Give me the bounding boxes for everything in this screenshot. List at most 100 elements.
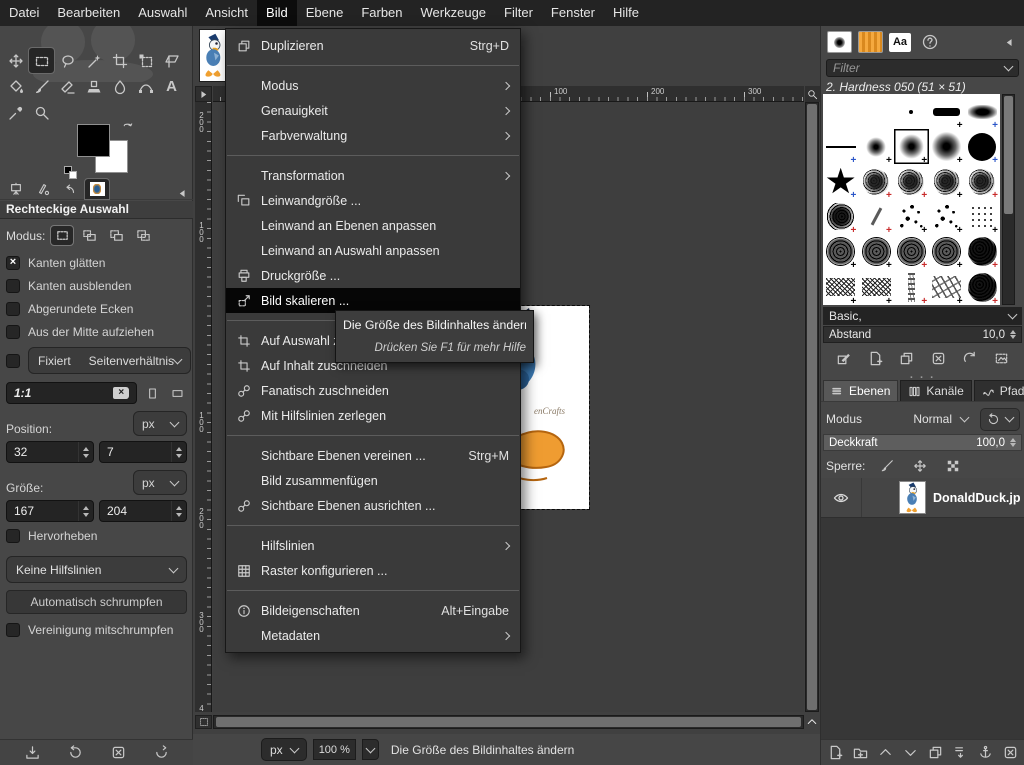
fuzzy-select-tool[interactable] xyxy=(81,48,106,73)
fixed-ratio-dropdown[interactable]: Fixiert Seitenverhältnis xyxy=(28,347,191,374)
zoom-dropdown-button[interactable] xyxy=(362,739,379,760)
reset-tool-options-button[interactable] xyxy=(150,742,172,764)
eraser-tool[interactable] xyxy=(55,74,80,99)
brush-grid-scrollbar[interactable] xyxy=(1002,94,1015,305)
size-width-field[interactable]: 167 xyxy=(6,500,94,522)
size-height-field[interactable]: 204 xyxy=(99,500,187,522)
position-unit-dropdown[interactable]: px xyxy=(133,411,187,436)
brush-item[interactable]: + xyxy=(929,234,964,269)
collapse-dock-icon[interactable] xyxy=(177,188,188,199)
tab-ebenen[interactable]: Ebenen xyxy=(823,380,898,401)
brush-item[interactable] xyxy=(894,94,929,129)
raise-layer-button[interactable] xyxy=(874,742,896,764)
new-layer-group-button[interactable] xyxy=(849,742,871,764)
duplicate-brush-button[interactable] xyxy=(896,347,918,369)
horizontal-scrollbar[interactable] xyxy=(213,715,804,729)
vertical-scrollbar[interactable] xyxy=(805,102,819,712)
brush-item[interactable]: + xyxy=(929,269,964,304)
shrink-merged-checkbox[interactable] xyxy=(6,623,20,637)
crop-tool[interactable] xyxy=(107,48,132,73)
position-x-field[interactable]: 32 xyxy=(6,441,94,463)
delete-layer-button[interactable] xyxy=(999,742,1021,764)
vertical-ruler[interactable]: 2 0 01 0 01 0 02 0 03 0 04 xyxy=(195,102,212,712)
brush-item[interactable]: + xyxy=(823,234,858,269)
tab-pfade[interactable]: Pfade xyxy=(974,380,1024,401)
tab-kanäle[interactable]: Kanäle xyxy=(900,380,971,401)
menu-item[interactable]: Raster konfigurieren ... xyxy=(226,558,520,583)
menu-item[interactable]: Transformation xyxy=(226,163,520,188)
ratio-input[interactable]: 1:1 × xyxy=(6,382,137,404)
menubar-item-filter[interactable]: Filter xyxy=(495,0,542,26)
text-tool[interactable]: A xyxy=(159,74,184,99)
layer-thumbnail[interactable] xyxy=(899,481,926,514)
menu-item[interactable]: Leinwand an Ebenen anpassen xyxy=(226,213,520,238)
spinner[interactable] xyxy=(1010,438,1016,447)
brush-item[interactable]: + xyxy=(823,164,858,199)
swap-colors-icon[interactable] xyxy=(121,120,134,133)
brush-item[interactable]: + xyxy=(823,129,858,164)
anchor-layer-button[interactable] xyxy=(974,742,996,764)
checkbox[interactable] xyxy=(6,302,20,316)
mode-add[interactable] xyxy=(78,226,100,245)
brush-item[interactable]: + xyxy=(965,164,1000,199)
color-picker-tool[interactable] xyxy=(3,100,28,125)
spinner[interactable] xyxy=(78,501,93,521)
spinner[interactable] xyxy=(78,442,93,462)
edit-brush-button[interactable] xyxy=(833,347,855,369)
menubar-item-bild[interactable]: Bild xyxy=(257,0,297,26)
menu-item[interactable]: Sichtbare Ebenen ausrichten ... xyxy=(226,493,520,518)
dock-grip[interactable]: . . . xyxy=(821,373,1024,378)
menu-item[interactable]: DuplizierenStrg+D xyxy=(226,33,520,58)
checkbox[interactable] xyxy=(6,279,20,293)
tab-help[interactable] xyxy=(917,31,942,53)
open-brush-as-image-button[interactable] xyxy=(990,347,1012,369)
layer-row[interactable]: DonaldDuck.jp xyxy=(821,478,1024,518)
refresh-brushes-button[interactable] xyxy=(959,347,981,369)
landscape-icon[interactable] xyxy=(168,385,187,402)
tab-device-status[interactable] xyxy=(4,179,28,199)
mode-intersect[interactable] xyxy=(132,226,154,245)
bucket-fill-tool[interactable] xyxy=(3,74,28,99)
zoom-follow-window-button[interactable] xyxy=(805,86,820,102)
brush-item[interactable]: + xyxy=(929,199,964,234)
zoom-tool[interactable] xyxy=(29,100,54,125)
menubar-item-ansicht[interactable]: Ansicht xyxy=(196,0,257,26)
fixed-checkbox[interactable] xyxy=(6,354,20,368)
duplicate-layer-button[interactable] xyxy=(924,742,946,764)
handle-transform-tool[interactable] xyxy=(159,48,184,73)
tab-pointer[interactable] xyxy=(31,179,55,199)
brush-item[interactable]: + xyxy=(858,269,893,304)
delete-brush-button[interactable] xyxy=(927,347,949,369)
menu-item[interactable]: Sichtbare Ebenen vereinen ...Strg+M xyxy=(226,443,520,468)
menubar-item-werkzeuge[interactable]: Werkzeuge xyxy=(412,0,496,26)
auto-shrink-button[interactable]: Automatisch schrumpfen xyxy=(6,590,187,614)
new-brush-button[interactable] xyxy=(864,347,886,369)
clear-icon[interactable]: × xyxy=(113,387,129,399)
lock-alpha-toggle[interactable] xyxy=(942,455,964,477)
menubar-item-datei[interactable]: Datei xyxy=(0,0,48,26)
checkbox[interactable]: × xyxy=(6,256,20,270)
layer-opacity-slider[interactable]: Deckkraft 100,0 xyxy=(823,434,1022,451)
new-layer-button[interactable] xyxy=(824,742,846,764)
spinner[interactable] xyxy=(1010,330,1016,339)
brush-item[interactable]: + xyxy=(929,129,964,164)
spinner[interactable] xyxy=(171,501,186,521)
tab-tool-options[interactable] xyxy=(85,179,109,199)
restore-tool-preset-button[interactable] xyxy=(64,742,86,764)
rectangle-select-tool[interactable] xyxy=(29,48,54,73)
quick-mask-toggle[interactable] xyxy=(195,715,212,729)
layer-visibility-eye-icon[interactable] xyxy=(821,490,861,506)
menubar-item-auswahl[interactable]: Auswahl xyxy=(129,0,196,26)
highlight-checkbox[interactable] xyxy=(6,529,20,543)
merge-layer-button[interactable] xyxy=(949,742,971,764)
menu-item[interactable]: Fanatisch zuschneiden xyxy=(226,378,520,403)
brush-item[interactable]: + xyxy=(894,164,929,199)
menu-item[interactable]: Metadaten xyxy=(226,623,520,648)
tab-fonts[interactable]: Aa xyxy=(889,33,911,52)
menu-item[interactable]: Farbverwaltung xyxy=(226,123,520,148)
brush-item[interactable]: + xyxy=(965,269,1000,304)
menubar-item-bearbeiten[interactable]: Bearbeiten xyxy=(48,0,129,26)
paths-tool[interactable] xyxy=(133,74,158,99)
menu-item[interactable]: Genauigkeit xyxy=(226,98,520,123)
layer-mode-dropdown[interactable]: Normal xyxy=(913,412,968,426)
